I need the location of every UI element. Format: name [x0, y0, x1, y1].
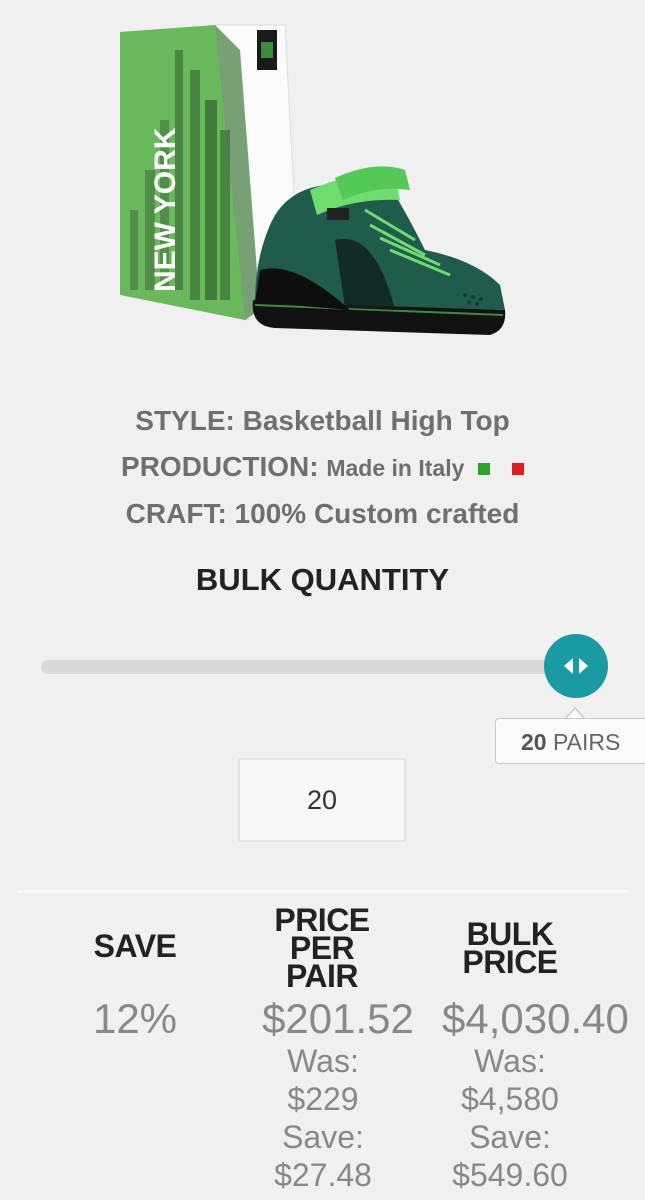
- tooltip-value: 20: [521, 729, 547, 755]
- spec-style: STYLE: Basketball High Top: [0, 398, 645, 444]
- price-per-pair-details: Was: $229 Save: $27.48: [248, 1042, 398, 1194]
- italy-flag-red-icon: [511, 462, 524, 475]
- bulk-was-value: $4,580: [461, 1081, 559, 1117]
- slider-value-tooltip: 20 PAIRS: [495, 718, 645, 764]
- price-per-pair-header: PRICE PER PAIR: [252, 904, 392, 994]
- bulk-header-line2: PRICE: [462, 944, 558, 980]
- bulk-quantity-title: BULK QUANTITY: [195, 562, 450, 597]
- save-percent-value: 12%: [92, 995, 178, 1042]
- spec-style-value: Basketball High Top: [242, 405, 510, 436]
- tooltip-unit: PAIRS: [552, 729, 621, 755]
- price-save-value: $27.48: [274, 1157, 372, 1193]
- save-header: SAVE: [93, 928, 177, 964]
- price-was-value: $229: [287, 1081, 359, 1117]
- price-was-label: Was:: [287, 1043, 359, 1079]
- price-save-label: Save:: [282, 1119, 364, 1155]
- bulk-price-value: $4,030.40: [442, 995, 628, 1042]
- quantity-slider-handle[interactable]: [544, 634, 608, 698]
- spec-production-label: PRODUCTION:: [121, 451, 319, 482]
- bulk-price-details: Was: $4,580 Save: $549.60: [435, 1042, 585, 1194]
- bulk-save-value: $549.60: [452, 1157, 568, 1193]
- spec-craft: CRAFT: 100% Custom crafted: [0, 491, 645, 537]
- spec-production: PRODUCTION: Made in Italy: [0, 444, 645, 491]
- box-text: NEW YORK: [149, 127, 182, 292]
- price-header-line3: PAIR: [285, 958, 359, 994]
- bulk-was-label: Was:: [474, 1043, 546, 1079]
- product-image: NEW YORK: [95, 10, 525, 355]
- arrows-left-right-icon: [564, 658, 588, 674]
- spec-production-value: Made in Italy: [326, 455, 465, 481]
- price-per-pair-value: $201.52: [262, 995, 414, 1042]
- spec-craft-value: 100% Custom crafted: [234, 498, 520, 529]
- quantity-slider-track[interactable]: [41, 660, 581, 674]
- bulk-save-label: Save:: [469, 1119, 551, 1155]
- section-divider: [17, 890, 628, 893]
- spec-style-label: STYLE:: [135, 405, 235, 436]
- bulk-price-header: BULK PRICE: [440, 918, 580, 980]
- italy-flag-green-icon: [478, 462, 491, 475]
- product-specs: STYLE: Basketball High Top PRODUCTION: M…: [0, 398, 645, 537]
- quantity-input[interactable]: [238, 758, 406, 842]
- spec-craft-label: CRAFT:: [125, 498, 227, 529]
